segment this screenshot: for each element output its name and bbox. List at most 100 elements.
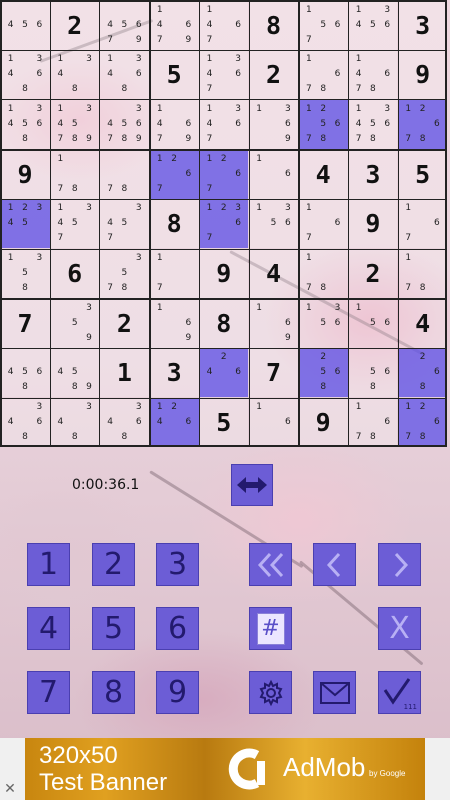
sudoku-cell[interactable]: 1 356	[298, 298, 348, 348]
number-button-1[interactable]: 1	[27, 543, 70, 586]
sudoku-cell[interactable]: 1 3 6 9	[249, 99, 298, 149]
sudoku-cell[interactable]: 8	[149, 199, 199, 249]
sudoku-cell[interactable]: 8	[199, 298, 249, 348]
sudoku-cell[interactable]: 16	[249, 149, 298, 199]
redo-button[interactable]	[378, 543, 421, 586]
sudoku-cell[interactable]: 4	[249, 249, 298, 298]
sudoku-cell[interactable]: 126 78	[398, 398, 448, 448]
settings-button[interactable]	[249, 671, 292, 714]
sudoku-cell[interactable]: 1 35 8	[0, 249, 50, 298]
sudoku-cell[interactable]: 1 3 4 68	[99, 50, 149, 100]
sudoku-cell[interactable]: 1678	[298, 50, 348, 100]
sudoku-cell[interactable]: 568	[348, 348, 398, 398]
sudoku-cell[interactable]: 3 457	[99, 199, 149, 249]
sudoku-cell[interactable]: 1 3 4568	[0, 99, 50, 149]
sudoku-cell[interactable]: 3 4 68	[0, 398, 50, 448]
sudoku-cell[interactable]: 5	[199, 398, 249, 448]
ad-creative[interactable]: 320x50 Test Banner AdMob by Google	[25, 738, 425, 800]
sudoku-cell[interactable]: 4	[398, 298, 448, 348]
sudoku-cell[interactable]: 16	[249, 398, 298, 448]
sudoku-cell[interactable]: 1 3 456 78	[348, 99, 398, 149]
undo-all-button[interactable]	[249, 543, 292, 586]
sudoku-cell[interactable]: 1	[99, 348, 149, 398]
sudoku-cell[interactable]: 126 7	[149, 149, 199, 199]
sudoku-cell[interactable]: 1 4 6 78	[348, 50, 398, 100]
sudoku-cell[interactable]: 1 3 456	[348, 0, 398, 50]
sudoku-cell[interactable]: 17	[149, 249, 199, 298]
number-button-8[interactable]: 8	[92, 671, 135, 714]
sudoku-cell[interactable]: 9	[398, 50, 448, 100]
pencil-mode-button[interactable]: #	[249, 607, 292, 650]
sudoku-cell[interactable]: 2	[348, 249, 398, 298]
sudoku-cell[interactable]: 1567	[298, 0, 348, 50]
number-button-4[interactable]: 4	[27, 607, 70, 650]
sudoku-cell[interactable]: 9	[199, 249, 249, 298]
check-button[interactable]: 111	[378, 671, 421, 714]
number-button-9[interactable]: 9	[156, 671, 199, 714]
sudoku-cell[interactable]: 3 4 68	[99, 398, 149, 448]
undo-button[interactable]	[313, 543, 356, 586]
sudoku-cell[interactable]: 126 78	[398, 99, 448, 149]
swap-toggle-button[interactable]	[231, 464, 273, 506]
sudoku-cell[interactable]: 1 3 4 6 7	[199, 99, 249, 149]
number-button-7[interactable]: 7	[27, 671, 70, 714]
sudoku-cell[interactable]: 456	[0, 0, 50, 50]
sudoku-cell[interactable]: 1 78	[398, 249, 448, 298]
sudoku-cell[interactable]: 1 6 9	[249, 298, 298, 348]
sudoku-cell[interactable]: 3	[149, 348, 199, 398]
sudoku-cell[interactable]: 9	[298, 398, 348, 448]
sudoku-cell[interactable]: 1 78	[50, 149, 100, 199]
sudoku-cell[interactable]: 3	[348, 149, 398, 199]
sudoku-cell[interactable]: 359	[50, 298, 100, 348]
sudoku-cell[interactable]: 2	[50, 0, 100, 50]
sudoku-cell[interactable]: 9	[0, 149, 50, 199]
message-button[interactable]	[313, 671, 356, 714]
sudoku-cell[interactable]: 1 4 6 7 9	[149, 0, 199, 50]
sudoku-cell[interactable]: 126 7	[199, 149, 249, 199]
sudoku-cell[interactable]: 8	[249, 0, 298, 50]
close-icon[interactable]: ✕	[0, 778, 20, 800]
sudoku-cell[interactable]: 78	[99, 149, 149, 199]
sudoku-cell[interactable]: 3 456 789	[99, 99, 149, 149]
clear-button[interactable]: X	[378, 607, 421, 650]
sudoku-cell[interactable]: 123 6 7	[199, 199, 249, 249]
sudoku-cell[interactable]: 4	[298, 149, 348, 199]
sudoku-cell[interactable]: 1678	[348, 398, 398, 448]
number-button-3[interactable]: 3	[156, 543, 199, 586]
sudoku-cell[interactable]: 5	[149, 50, 199, 100]
sudoku-cell[interactable]: 3 48	[50, 398, 100, 448]
sudoku-cell[interactable]: 1 3 45789	[50, 99, 100, 149]
sudoku-cell[interactable]: 9	[348, 199, 398, 249]
sudoku-cell[interactable]: 5	[398, 149, 448, 199]
ad-banner[interactable]: 320x50 Test Banner AdMob by Google	[0, 738, 450, 800]
sudoku-cell[interactable]: 1 3 48	[50, 50, 100, 100]
sudoku-cell[interactable]: 1 6 7	[298, 199, 348, 249]
sudoku-cell[interactable]: 1 4 6 7 9	[149, 99, 199, 149]
sudoku-cell[interactable]: 6	[50, 249, 100, 298]
sudoku-cell[interactable]: 12 56 78	[298, 99, 348, 149]
number-button-5[interactable]: 5	[92, 607, 135, 650]
number-button-2[interactable]: 2	[92, 543, 135, 586]
sudoku-cell[interactable]: 123 45	[0, 199, 50, 249]
sudoku-cell[interactable]: 7	[0, 298, 50, 348]
sudoku-cell[interactable]: 456 7 9	[99, 0, 149, 50]
sudoku-cell[interactable]: 1 3 4 6 7	[199, 50, 249, 100]
sudoku-cell[interactable]: 156	[348, 298, 398, 348]
sudoku-cell[interactable]: 124 6	[149, 398, 199, 448]
sudoku-cell[interactable]: 2 568	[298, 348, 348, 398]
sudoku-cell[interactable]: 1 3 457	[50, 199, 100, 249]
sudoku-cell[interactable]: 7	[249, 348, 298, 398]
sudoku-cell[interactable]: 268	[398, 348, 448, 398]
sudoku-cell[interactable]: 4568	[0, 348, 50, 398]
sudoku-cell[interactable]: 24 6	[199, 348, 249, 398]
sudoku-cell[interactable]: 1 78	[298, 249, 348, 298]
sudoku-cell[interactable]: 3578	[99, 249, 149, 298]
sudoku-cell[interactable]: 1 6 9	[149, 298, 199, 348]
sudoku-cell[interactable]: 1 3 4 68	[0, 50, 50, 100]
number-button-6[interactable]: 6	[156, 607, 199, 650]
sudoku-cell[interactable]: 1 356	[249, 199, 298, 249]
sudoku-cell[interactable]: 1 4 6 7	[199, 0, 249, 50]
sudoku-cell[interactable]: 3	[398, 0, 448, 50]
sudoku-cell[interactable]: 45 89	[50, 348, 100, 398]
sudoku-cell[interactable]: 2	[99, 298, 149, 348]
